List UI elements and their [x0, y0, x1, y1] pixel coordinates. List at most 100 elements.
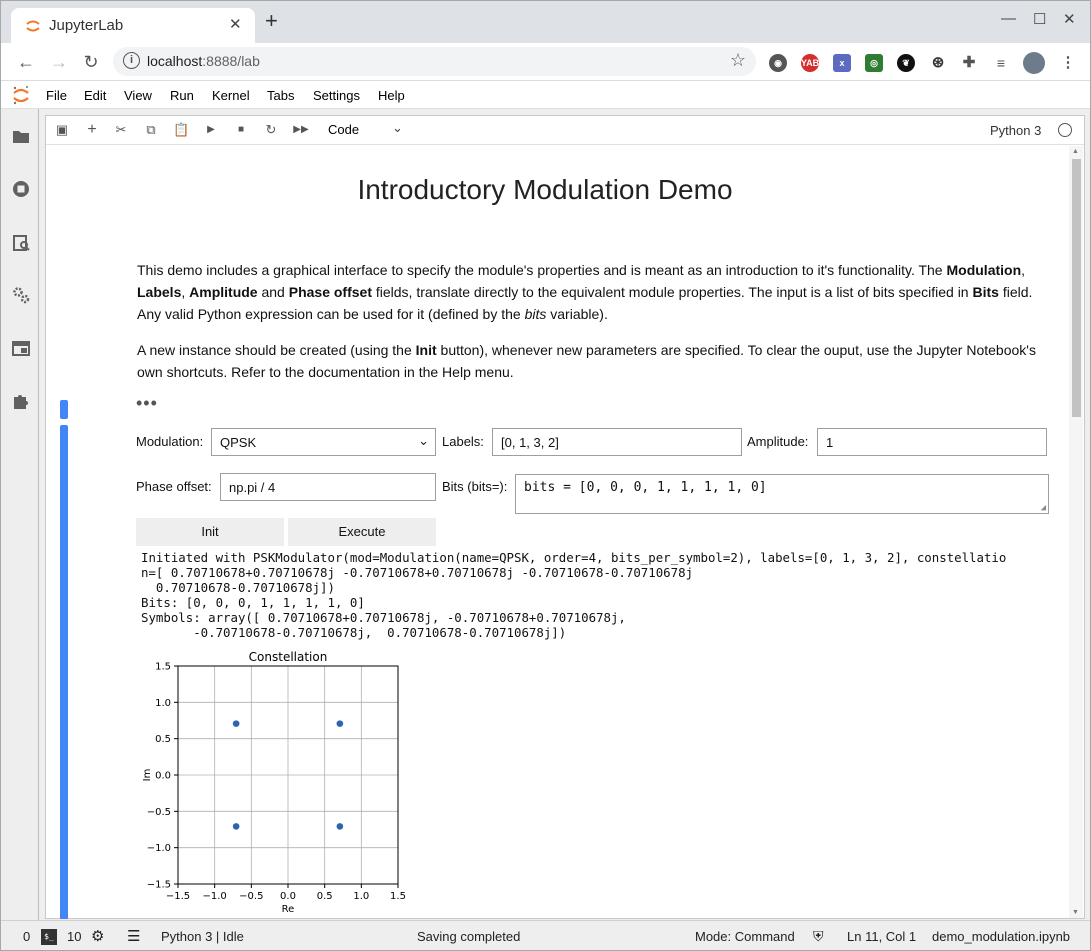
menu-run[interactable]: Run	[170, 88, 194, 103]
menu-help[interactable]: Help	[378, 88, 405, 103]
tab-title: JupyterLab	[49, 17, 124, 34]
labels-label: Labels:	[442, 434, 484, 449]
avatar[interactable]	[1023, 52, 1045, 74]
back-icon[interactable]: ←	[15, 51, 37, 73]
notebook-heading: Introductory Modulation Demo	[357, 174, 733, 205]
yab-ext-icon[interactable]: YAB	[801, 54, 819, 72]
input-collapser[interactable]	[60, 400, 68, 419]
menu-file[interactable]: File	[46, 88, 67, 103]
cell-type-select[interactable]: Code ⌄	[328, 120, 403, 137]
jupyter-favicon-icon	[26, 19, 40, 33]
puzzle-ext-icon[interactable]: ✚	[960, 54, 978, 72]
p1-text-c: ,	[1021, 262, 1026, 278]
folder-icon[interactable]	[11, 126, 31, 146]
cpu-chip-icon: ⚙	[91, 928, 105, 945]
tab-close-icon[interactable]: ✕	[229, 15, 242, 33]
bits-label: Bits (bits=):	[442, 479, 508, 494]
mode-text[interactable]: Mode: Command	[695, 929, 795, 944]
url-text: localhost:8888/lab	[147, 53, 260, 69]
address-bar[interactable]: i localhost:8888/lab ☆	[113, 47, 756, 76]
x-tick-label: −0.5	[239, 891, 263, 902]
instance-paragraph: A new instance should be created (using …	[137, 339, 1047, 383]
gears-icon[interactable]	[11, 285, 31, 305]
p2-bold-init: Init	[415, 342, 437, 358]
kernel-status-text[interactable]: Python 3 | Idle	[161, 929, 244, 944]
extensions-puzzle-icon[interactable]	[11, 391, 31, 411]
output-collapser[interactable]	[60, 425, 68, 919]
jupyter-logo-icon	[13, 86, 29, 105]
bookmark-star-icon[interactable]: ☆	[730, 50, 746, 71]
y-tick-label: 1.5	[155, 662, 171, 673]
menu-settings[interactable]: Settings	[313, 88, 360, 103]
browser-tab[interactable]: JupyterLab ✕	[11, 8, 255, 43]
p1-italic-bits: bits	[524, 306, 547, 322]
forward-icon[interactable]: →	[48, 51, 70, 73]
labels-input[interactable]: [0, 1, 3, 2]	[492, 428, 742, 456]
insert-cell-icon[interactable]: +	[84, 122, 100, 138]
menu-edit[interactable]: Edit	[84, 88, 106, 103]
commands-icon[interactable]	[11, 233, 31, 253]
more-menu-icon[interactable]: ⋮	[1059, 54, 1077, 72]
playlist-icon[interactable]: ≡	[992, 54, 1010, 72]
notebook-toolbar: ▣ + ✂ ⧉ 📋 ▶ ■ ↻ ▶▶ Code ⌄ Python 3	[46, 116, 1084, 145]
scroll-down-icon[interactable]: ▼	[1072, 909, 1079, 916]
cut-icon[interactable]: ✂	[113, 122, 129, 138]
paste-icon[interactable]: 📋	[173, 122, 189, 138]
chart-title: Constellation	[249, 650, 328, 664]
scroll-up-icon[interactable]: ▲	[1072, 148, 1079, 155]
kernel-name[interactable]: Python 3	[990, 123, 1041, 138]
gnome-ext-icon[interactable]: ❦	[897, 54, 915, 72]
save-icon[interactable]: ▣	[54, 122, 70, 138]
url-host: localhost	[147, 53, 203, 69]
trust-shield-icon[interactable]: ⛨	[813, 928, 824, 945]
restart-icon[interactable]: ↻	[263, 122, 279, 138]
fast-forward-icon[interactable]: ▶▶	[293, 122, 309, 138]
maximize-icon[interactable]: ☐	[1033, 10, 1046, 28]
browser-toolbar: ← → ↻ i localhost:8888/lab ☆ ◉ YAB x ◎ ❦…	[1, 43, 1090, 81]
terminal-count[interactable]: 0	[23, 929, 30, 944]
amplitude-input[interactable]: 1	[817, 428, 1047, 456]
cursor-position[interactable]: Ln 11, Col 1	[847, 929, 916, 944]
y-tick-label: −1.0	[147, 843, 171, 854]
stop-icon[interactable]: ■	[233, 122, 249, 138]
terminal-icon: $_	[41, 929, 57, 945]
browser-window: JupyterLab ✕ + — ☐ ✕ ← → ↻ i localhost:8…	[0, 0, 1091, 951]
modulation-value: QPSK	[220, 435, 257, 450]
copy-icon[interactable]: ⧉	[143, 122, 159, 138]
x-ext-icon[interactable]: x	[833, 54, 851, 72]
init-button[interactable]: Init	[136, 518, 284, 546]
kernel-count[interactable]: 10	[67, 929, 81, 944]
scrollbar-thumb[interactable]	[1072, 159, 1081, 417]
resize-handle-icon[interactable]: ◢	[1041, 503, 1046, 513]
phase-offset-input[interactable]: np.pi / 4	[220, 473, 436, 501]
x-tick-label: 1.5	[390, 891, 406, 902]
minimize-icon[interactable]: —	[1001, 10, 1016, 27]
new-tab-icon[interactable]: +	[265, 10, 278, 32]
running-stop-icon[interactable]	[11, 179, 31, 199]
bits-textarea[interactable]: bits = [0, 0, 0, 1, 1, 1, 1, 0] ◢	[515, 474, 1049, 514]
lightbulb-ext-icon[interactable]: ◉	[769, 54, 787, 72]
list-icon[interactable]: ☰	[127, 927, 140, 945]
steering-ext-icon[interactable]: ⊛	[929, 54, 947, 72]
menu-tabs[interactable]: Tabs	[267, 88, 294, 103]
scrollbar[interactable]: ▲ ▼	[1069, 146, 1083, 918]
amplitude-label: Amplitude:	[747, 434, 809, 449]
execute-button[interactable]: Execute	[288, 518, 436, 546]
jupyter-menubar: File Edit View Run Kernel Tabs Settings …	[1, 82, 1090, 109]
y-tick-label: −1.5	[147, 880, 171, 891]
menu-kernel[interactable]: Kernel	[212, 88, 250, 103]
modulation-select[interactable]: QPSK ⌄	[211, 428, 436, 456]
menu-view[interactable]: View	[124, 88, 152, 103]
p1-text-g: and	[257, 284, 289, 300]
y-tick-label: 0.5	[155, 734, 171, 745]
reload-icon[interactable]: ↻	[80, 51, 102, 73]
constellation-point	[336, 720, 344, 727]
green-ext-icon[interactable]: ◎	[865, 54, 883, 72]
tabs-icon[interactable]	[11, 338, 31, 358]
phase-offset-label: Phase offset:	[136, 479, 212, 494]
site-info-icon[interactable]: i	[123, 52, 140, 69]
collapsed-input-ellipsis[interactable]: •••	[136, 394, 158, 412]
status-bar: 0 $_ 10 ⚙ ☰ Python 3 | Idle Saving compl…	[1, 920, 1090, 950]
window-close-icon[interactable]: ✕	[1063, 10, 1076, 28]
run-icon[interactable]: ▶	[203, 122, 219, 138]
